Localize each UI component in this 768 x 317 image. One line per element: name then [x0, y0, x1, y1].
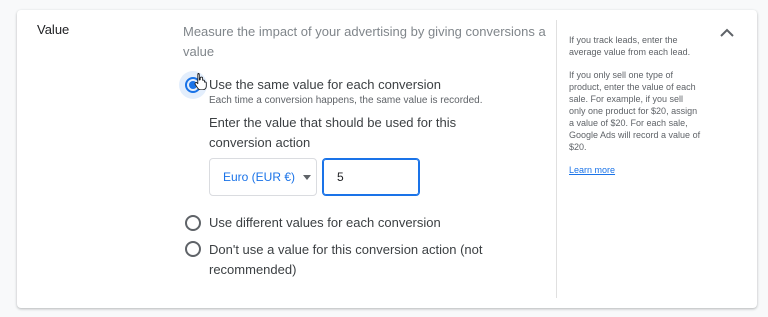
option-same-value-label: Use the same value for each conversion [209, 77, 441, 92]
help-text-sales: If you only sell one type of product, en… [569, 70, 701, 152]
radio-different-values[interactable] [185, 215, 201, 231]
section-description: Measure the impact of your advertising b… [183, 24, 546, 59]
chevron-up-icon [720, 28, 734, 37]
option-same-value-sublabel: Each time a conversion happens, the same… [209, 95, 483, 106]
help-text-leads: If you track leads, enter the average va… [569, 35, 691, 57]
value-prompt: Enter the value that should be used for … [209, 115, 457, 150]
collapse-button[interactable] [717, 22, 737, 42]
currency-selected: Euro (EUR €) [223, 170, 296, 184]
learn-more-link[interactable]: Learn more [569, 165, 615, 175]
option-different-values[interactable]: Use different values for each conversion [185, 214, 441, 232]
option-no-value[interactable]: Don't use a value for this conversion ac… [185, 240, 485, 280]
conversion-value-input[interactable] [322, 158, 420, 196]
currency-select[interactable]: Euro (EUR €) [209, 158, 317, 196]
option-same-value[interactable]: Use the same value for each conversion E… [179, 71, 483, 108]
option-different-values-label: Use different values for each conversion [209, 215, 441, 230]
section-title: Value [37, 22, 70, 37]
value-settings-card: Value Measure the impact of your adverti… [17, 10, 757, 308]
dropdown-caret-icon [303, 174, 312, 180]
column-divider [556, 20, 557, 298]
help-panel: If you track leads, enter the average va… [569, 34, 701, 176]
radio-no-value[interactable] [185, 241, 201, 257]
option-no-value-label: Don't use a value for this conversion ac… [209, 242, 483, 277]
hand-pointer-icon [194, 73, 207, 90]
